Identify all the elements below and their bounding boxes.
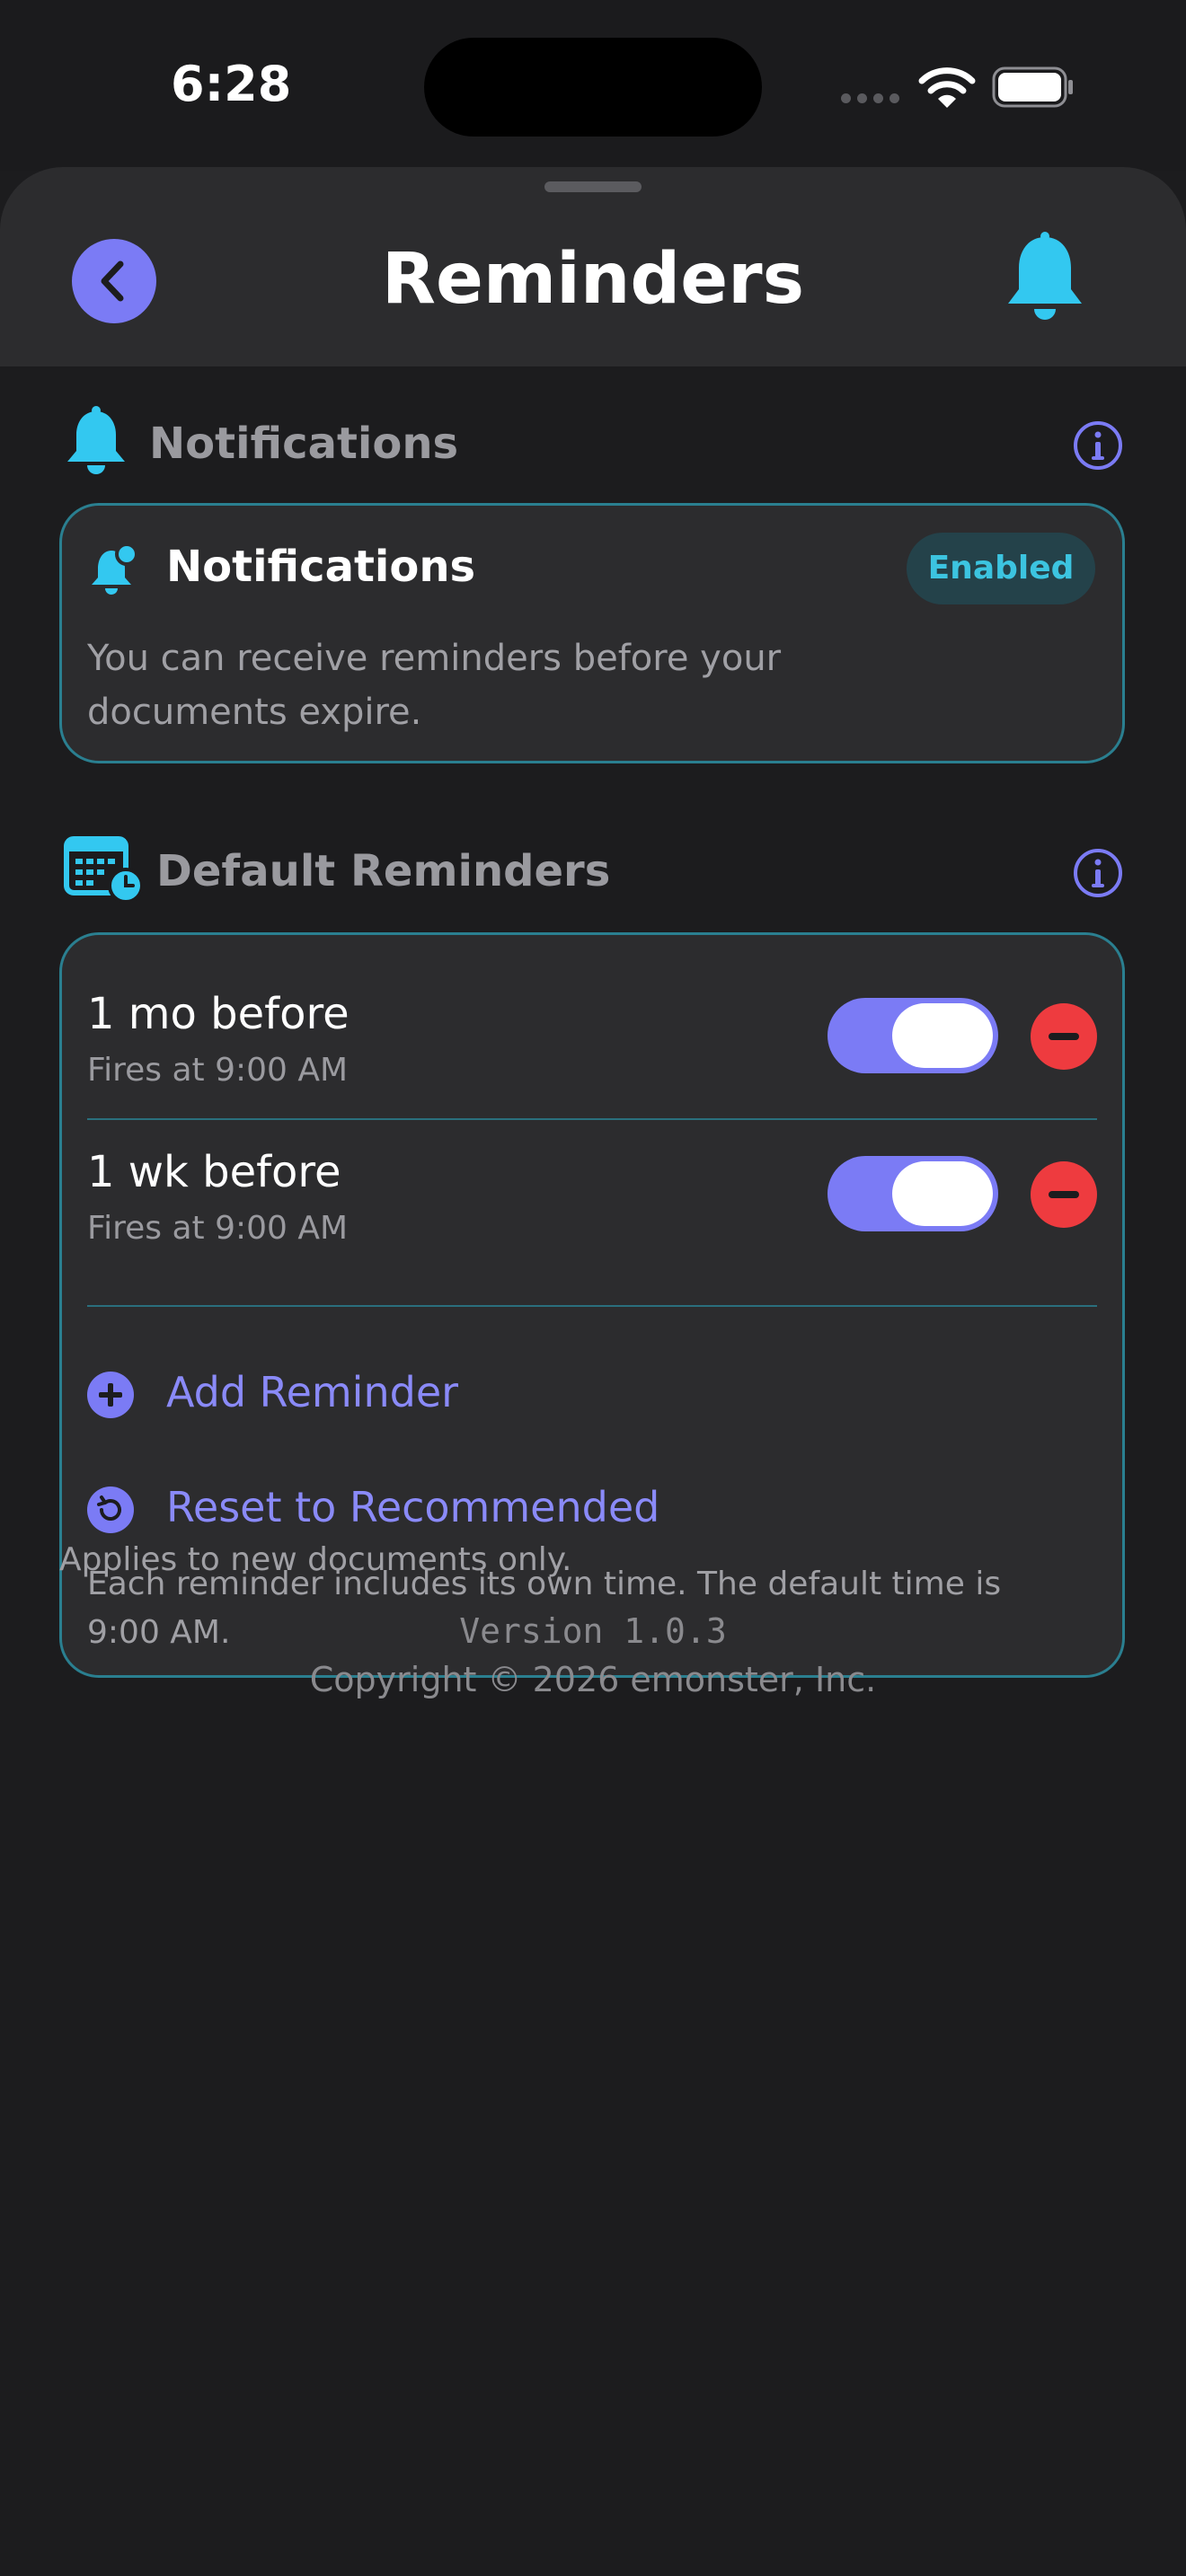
bell-badge-icon [92, 543, 137, 595]
notifications-section-header: Notifications [63, 406, 1123, 478]
toggle-knob [892, 1161, 993, 1226]
remove-reminder-button[interactable] [1031, 1003, 1097, 1070]
status-time: 6:28 [171, 56, 292, 112]
plus-circle-icon [87, 1372, 134, 1418]
notifications-description: You can receive reminders before your do… [87, 638, 782, 733]
remove-reminder-button[interactable] [1031, 1161, 1097, 1228]
divider [87, 1305, 1097, 1307]
reset-recommended-button[interactable]: Reset to Recommended [87, 1478, 896, 1540]
reminder-row: 1 wk before Fires at 9:00 AM [62, 1093, 1122, 1251]
reminder-toggle[interactable] [828, 998, 998, 1073]
default-reminders-section-header: Default Reminders [63, 834, 1123, 905]
reset-recommended-label: Reset to Recommended [166, 1483, 660, 1531]
status-bar: 6:28 [0, 0, 1186, 171]
reset-icon [87, 1486, 134, 1533]
reminder-toggle[interactable] [828, 1156, 998, 1231]
applies-note: Applies to new documents only. [59, 1541, 572, 1578]
add-reminder-button[interactable]: Add Reminder [87, 1363, 896, 1425]
notifications-card: Notifications Enabled You can receive re… [59, 503, 1125, 763]
reminder-label: 1 wk before [87, 1147, 341, 1197]
add-reminder-label: Add Reminder [166, 1368, 459, 1416]
calendar-clock-icon [64, 836, 144, 904]
version-text: Version 1.0.3 [459, 1611, 727, 1651]
bell-icon[interactable] [1001, 232, 1089, 325]
reminder-label: 1 mo before [87, 989, 350, 1039]
section-title: Notifications [149, 419, 459, 469]
section-title: Default Reminders [156, 846, 611, 896]
sheet-grabber[interactable] [544, 181, 642, 192]
notifications-card-title: Notifications [166, 542, 476, 592]
bell-icon [67, 406, 125, 474]
cellular-signal-icon [841, 93, 900, 104]
dynamic-island [424, 38, 762, 137]
reminder-time: Fires at 9:00 AM [87, 1052, 349, 1089]
status-badge: Enabled [907, 533, 1095, 604]
info-icon[interactable] [1073, 420, 1123, 471]
battery-icon [992, 66, 1073, 108]
reminder-time: Fires at 9:00 AM [87, 1210, 349, 1247]
header: Reminders [0, 167, 1186, 366]
wifi-icon [918, 67, 976, 108]
reminder-row: 1 mo before Fires at 9:00 AM [62, 935, 1122, 1093]
info-icon[interactable] [1073, 848, 1123, 898]
copyright-text: Copyright © 2026 emonster, Inc. [309, 1660, 877, 1699]
toggle-knob [892, 1003, 993, 1068]
